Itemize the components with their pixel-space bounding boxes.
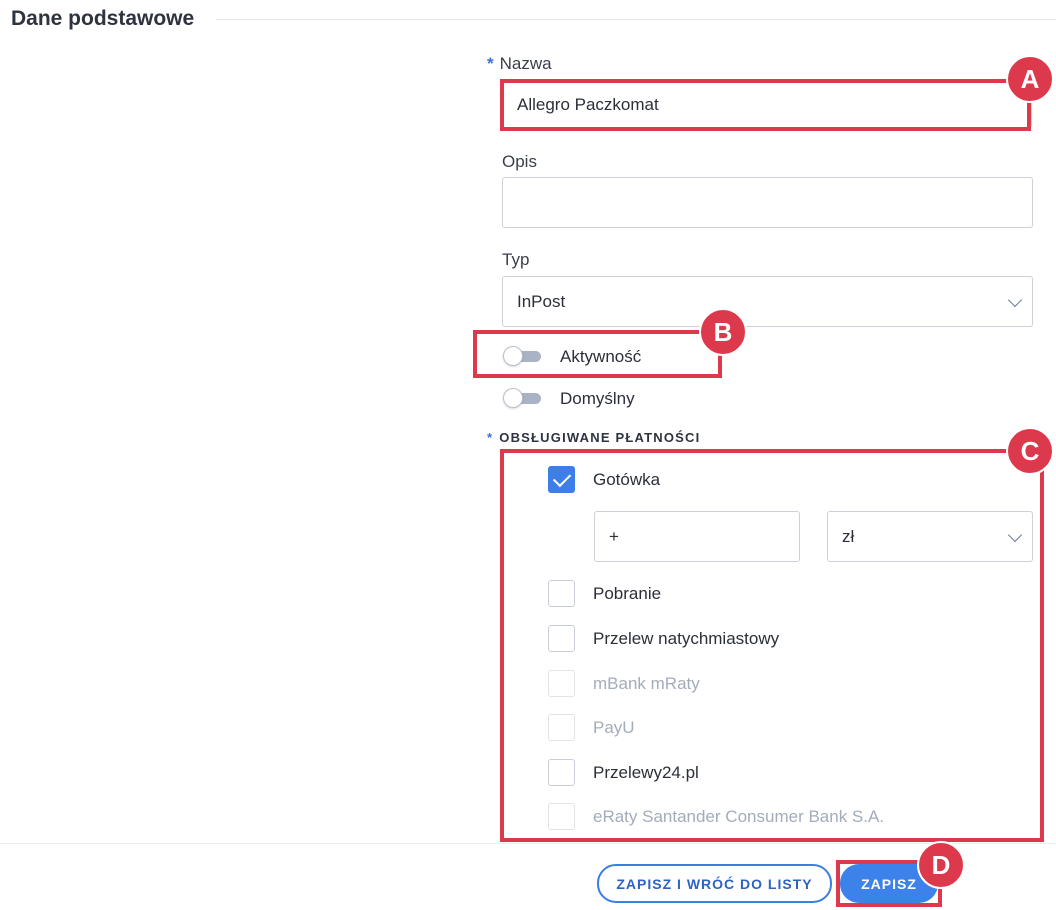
annotation-frame-b [473, 330, 722, 378]
type-label: Typ [502, 250, 530, 269]
default-toggle[interactable] [503, 388, 541, 408]
section-title: Dane podstawowe [11, 7, 195, 30]
default-toggle-label: Domyślny [560, 389, 635, 408]
save-and-back-button[interactable]: ZAPISZ I WRÓĆ DO LISTY [597, 864, 832, 903]
annotation-badge-d: D [917, 841, 965, 889]
chevron-down-icon [1007, 292, 1023, 307]
description-input[interactable] [502, 177, 1033, 228]
annotation-badge-b: B [699, 308, 747, 356]
required-marker: * [487, 54, 494, 73]
annotation-badge-a: A [1006, 55, 1054, 103]
annotation-frame-a [500, 79, 1031, 131]
type-select-value: InPost [517, 291, 566, 311]
payments-heading-text: OBSŁUGIWANE PŁATNOŚCI [499, 430, 701, 445]
name-label-text: Nazwa [499, 54, 552, 73]
name-field-label: * Nazwa [487, 54, 552, 74]
footer-divider [0, 843, 1056, 844]
type-select[interactable]: InPost [502, 276, 1033, 327]
toggle-knob [503, 388, 523, 408]
annotation-frame-c [500, 449, 1044, 842]
required-marker: * [487, 430, 494, 445]
section-divider [216, 19, 1056, 20]
description-label: Opis [502, 152, 537, 171]
annotation-badge-c: C [1006, 427, 1054, 475]
payments-heading: * OBSŁUGIWANE PŁATNOŚCI [487, 430, 700, 445]
